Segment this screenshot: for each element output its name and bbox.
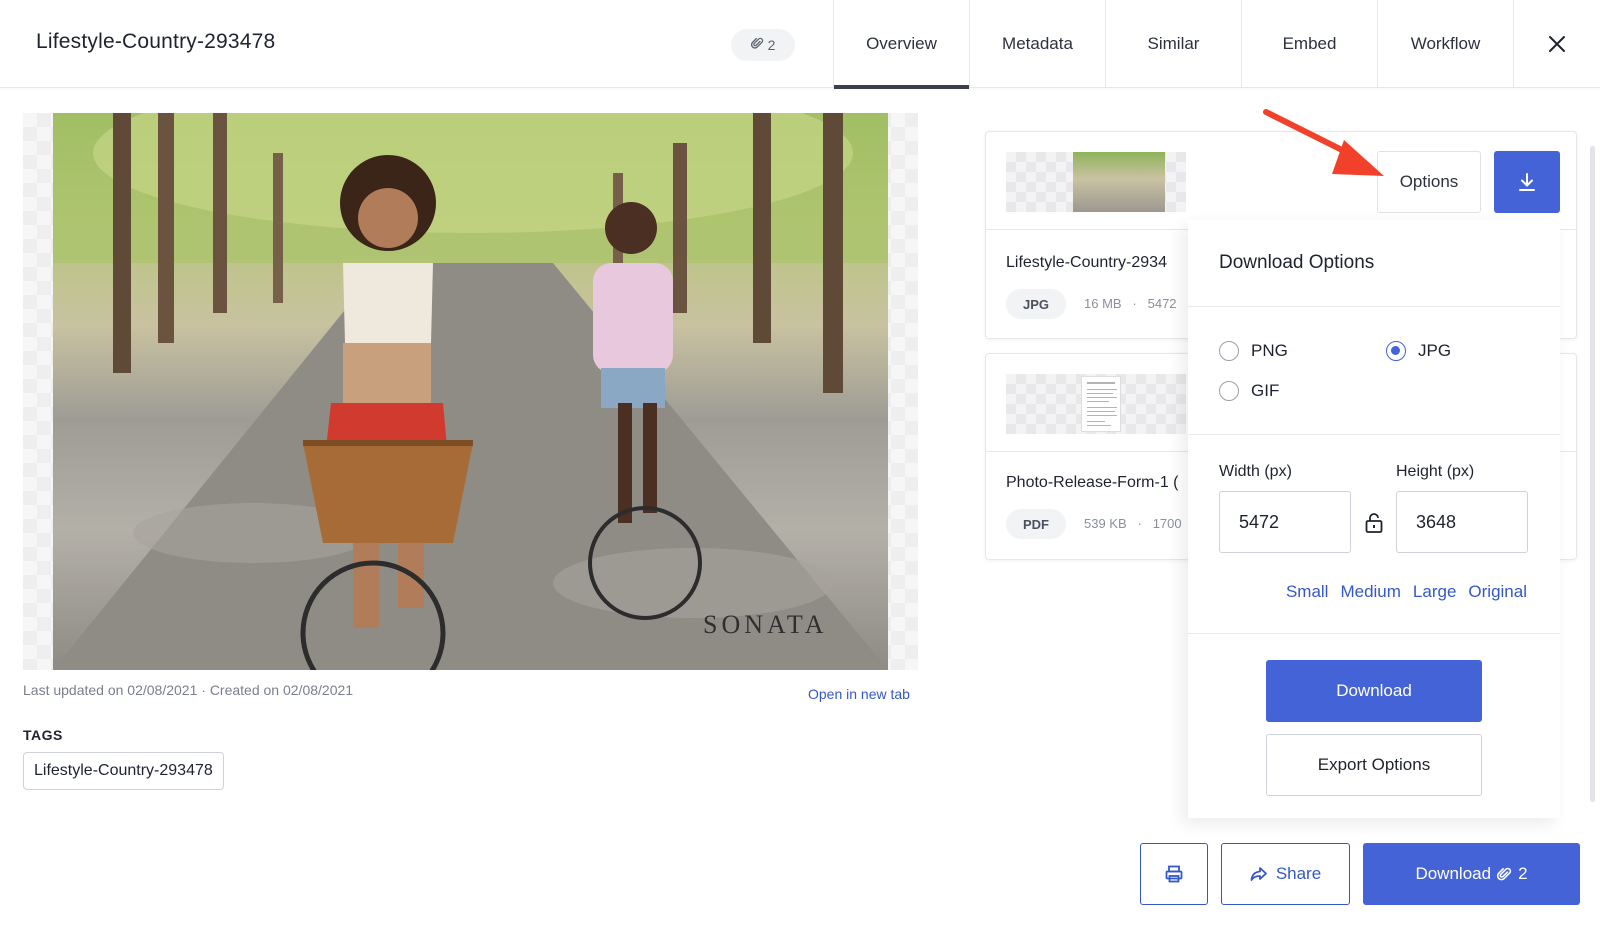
- panel-divider: [1188, 633, 1560, 634]
- format-option-jpg[interactable]: JPG: [1386, 341, 1451, 361]
- asset-title: Lifestyle-Country-293478: [36, 30, 276, 53]
- size-small-link[interactable]: Small: [1286, 582, 1329, 602]
- thumbnail-image: [1073, 152, 1165, 212]
- tab-workflow[interactable]: Workflow: [1377, 0, 1513, 88]
- download-all-button[interactable]: Download 2: [1363, 843, 1580, 905]
- paperclip-icon: [1497, 867, 1512, 880]
- file-dimensions: 1700: [1152, 516, 1182, 531]
- asset-thumbnail: [1006, 152, 1186, 212]
- size-presets: Small Medium Large Original: [1286, 582, 1527, 602]
- open-in-new-tab-link[interactable]: Open in new tab: [808, 686, 910, 702]
- radio-gif[interactable]: [1219, 381, 1239, 401]
- height-label: Height (px): [1396, 463, 1475, 480]
- format-option-gif[interactable]: GIF: [1219, 381, 1279, 401]
- radio-label: PNG: [1251, 341, 1288, 360]
- asset-thumbnail: [1006, 374, 1186, 434]
- size-large-link[interactable]: Large: [1413, 582, 1456, 602]
- download-all-label: Download: [1415, 864, 1492, 883]
- close-icon: [1549, 36, 1565, 52]
- tag-chip[interactable]: Lifestyle-Country-293478: [23, 752, 224, 790]
- options-button[interactable]: Options: [1377, 151, 1481, 213]
- share-icon: [1250, 867, 1267, 881]
- radio-label: JPG: [1418, 341, 1452, 360]
- panel-divider: [1188, 306, 1560, 307]
- attachment-count: 2: [767, 37, 776, 53]
- format-chip: JPG: [1006, 289, 1066, 319]
- asset-info: 539 KB · 1700: [1084, 516, 1182, 531]
- download-all-count: 2: [1518, 864, 1528, 883]
- asset-header: Lifestyle-Country-293478 2 Overview Meta…: [0, 0, 1600, 89]
- format-chip: PDF: [1006, 509, 1066, 539]
- asset-preview-image[interactable]: SONATA: [53, 113, 888, 670]
- tab-similar[interactable]: Similar: [1105, 0, 1241, 88]
- asset-info: 16 MB · 5472: [1084, 296, 1177, 311]
- export-options-button[interactable]: Export Options: [1266, 734, 1482, 796]
- panel-title: Download Options: [1219, 252, 1375, 273]
- attachment-badge[interactable]: 2: [731, 29, 795, 61]
- paperclip-icon: [750, 37, 764, 53]
- size-original-link[interactable]: Original: [1468, 582, 1527, 602]
- share-button[interactable]: Share: [1221, 843, 1350, 905]
- watermark-text: SONATA: [703, 610, 827, 639]
- file-size: 539 KB: [1084, 516, 1127, 531]
- panel-divider: [1188, 434, 1560, 435]
- radio-label: GIF: [1251, 381, 1280, 400]
- info-separator: ·: [1125, 296, 1144, 311]
- height-input[interactable]: [1396, 491, 1528, 553]
- print-button[interactable]: [1140, 843, 1208, 905]
- tab-bar: Overview Metadata Similar Embed Workflow: [833, 0, 1513, 89]
- download-icon-button[interactable]: [1494, 151, 1560, 213]
- share-label: Share: [1275, 864, 1322, 883]
- file-dimensions: 5472: [1147, 296, 1177, 311]
- width-input[interactable]: [1219, 491, 1351, 553]
- tags-heading: TAGS: [23, 727, 63, 743]
- asset-name: Lifestyle-Country-2934: [1006, 254, 1167, 271]
- download-button[interactable]: Download: [1266, 660, 1482, 722]
- info-separator: ·: [1130, 516, 1150, 531]
- asset-name: Photo-Release-Form-1 (: [1006, 474, 1179, 491]
- width-label: Width (px): [1219, 463, 1292, 480]
- tab-embed[interactable]: Embed: [1241, 0, 1377, 88]
- radio-png[interactable]: [1219, 341, 1239, 361]
- close-button[interactable]: [1513, 0, 1600, 88]
- download-options-panel: Download Options PNG JPG GIF Width (px) …: [1188, 220, 1560, 818]
- lock-icon[interactable]: [1364, 512, 1384, 534]
- size-medium-link[interactable]: Medium: [1340, 582, 1400, 602]
- asset-dates: Last updated on 02/08/2021 · Created on …: [23, 682, 354, 698]
- document-thumbnail: [1081, 376, 1121, 432]
- scrollbar[interactable]: [1590, 146, 1595, 802]
- download-icon: [1519, 173, 1535, 191]
- format-option-png[interactable]: PNG: [1219, 341, 1288, 361]
- tab-overview[interactable]: Overview: [833, 0, 969, 89]
- printer-icon: [1165, 865, 1183, 883]
- radio-jpg[interactable]: [1386, 341, 1406, 361]
- tab-metadata[interactable]: Metadata: [969, 0, 1105, 88]
- annotation-arrow: [1263, 109, 1384, 176]
- file-size: 16 MB: [1084, 296, 1122, 311]
